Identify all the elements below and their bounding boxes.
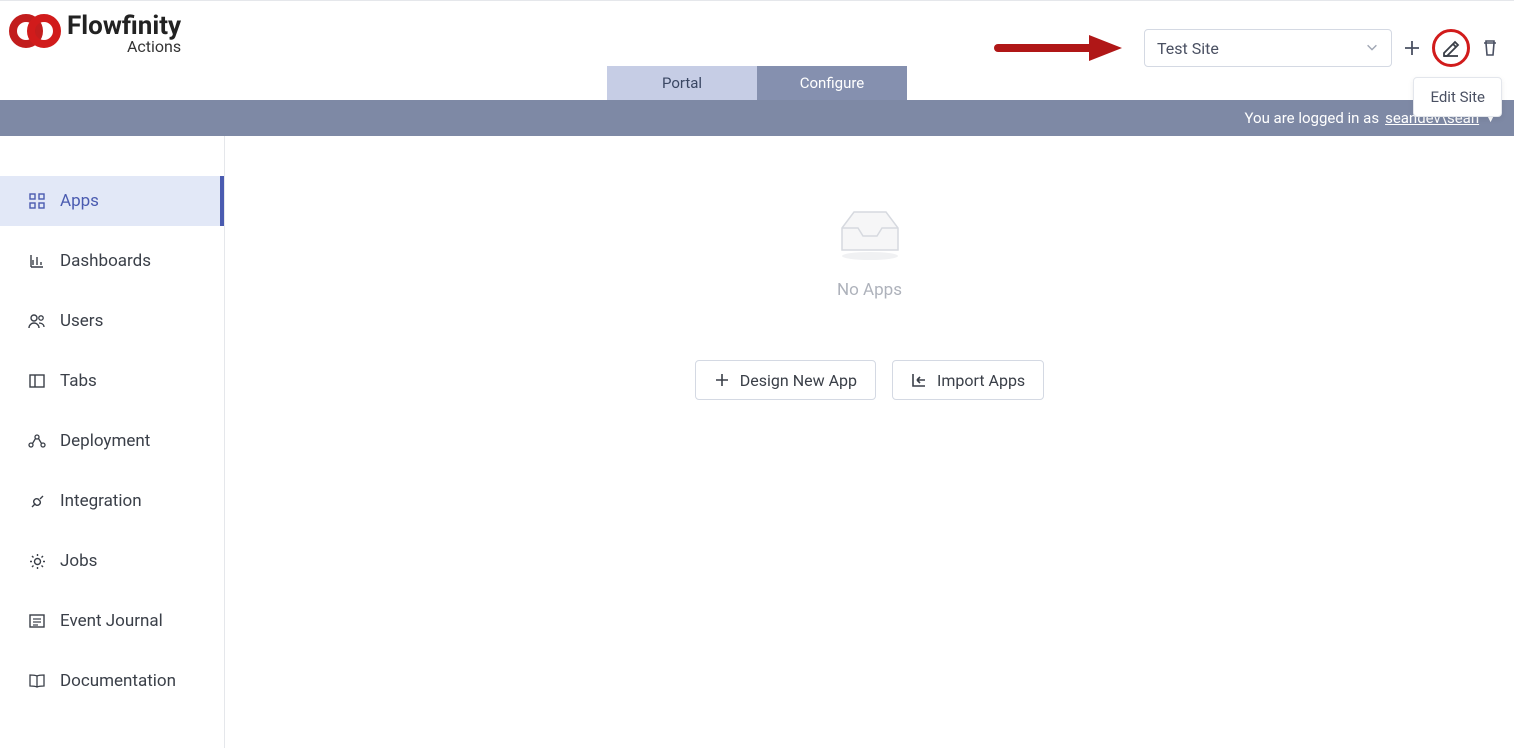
nav-tabs: Portal Configure: [607, 66, 907, 100]
header: Flowfinity Actions Test Site Edit Site P…: [0, 0, 1514, 100]
sidebar-item-label: Event Journal: [60, 611, 163, 631]
sidebar-item-jobs[interactable]: Jobs: [0, 536, 224, 586]
import-icon: [911, 372, 927, 388]
sidebar-item-label: Tabs: [60, 371, 97, 391]
brand-mark-icon: [9, 11, 63, 55]
layout-icon: [28, 373, 46, 389]
chevron-down-icon: [1365, 39, 1379, 58]
plus-icon: [1402, 38, 1422, 58]
sidebar-item-documentation[interactable]: Documentation: [0, 656, 224, 706]
import-apps-button[interactable]: Import Apps: [892, 360, 1044, 400]
sidebar: Apps Dashboards Users Tabs Deployment In…: [0, 136, 225, 748]
list-icon: [28, 613, 46, 629]
sidebar-item-label: Dashboards: [60, 251, 151, 271]
sidebar-item-event-journal[interactable]: Event Journal: [0, 596, 224, 646]
sidebar-item-label: Apps: [60, 191, 99, 211]
sidebar-item-users[interactable]: Users: [0, 296, 224, 346]
button-label: Design New App: [740, 371, 857, 390]
plug-icon: [28, 493, 46, 510]
gear-icon: [28, 553, 46, 570]
sidebar-item-label: Jobs: [60, 551, 97, 571]
status-prefix: You are logged in as: [1244, 109, 1379, 127]
sidebar-item-label: Documentation: [60, 671, 176, 691]
book-icon: [28, 673, 46, 689]
sidebar-item-tabs[interactable]: Tabs: [0, 356, 224, 406]
chart-icon: [28, 253, 46, 269]
grid-icon: [28, 193, 46, 209]
plus-icon: [714, 372, 730, 388]
sidebar-item-label: Users: [60, 311, 103, 331]
brand-logo: Flowfinity Actions: [9, 11, 181, 56]
content-area: No Apps Design New App Import Apps: [225, 136, 1514, 748]
sidebar-item-label: Integration: [60, 491, 142, 511]
edit-site-tooltip: Edit Site: [1413, 77, 1502, 117]
status-bar: You are logged in as seandev\sean ▼: [0, 100, 1514, 136]
site-select-value: Test Site: [1157, 39, 1219, 58]
empty-state-text: No Apps: [837, 280, 902, 300]
action-buttons: Design New App Import Apps: [695, 360, 1044, 400]
tab-configure[interactable]: Configure: [757, 66, 907, 100]
button-label: Import Apps: [937, 371, 1025, 390]
add-site-button[interactable]: [1400, 36, 1424, 60]
site-select[interactable]: Test Site: [1144, 29, 1392, 67]
site-tools: Test Site: [1144, 29, 1502, 67]
pencil-icon: [1441, 38, 1461, 58]
design-new-app-button[interactable]: Design New App: [695, 360, 876, 400]
annotation-arrow-icon: [994, 33, 1124, 63]
edit-site-button[interactable]: [1432, 29, 1470, 67]
trash-icon: [1481, 38, 1499, 58]
sidebar-item-apps[interactable]: Apps: [0, 176, 224, 226]
sidebar-item-label: Deployment: [60, 431, 150, 451]
sidebar-item-dashboards[interactable]: Dashboards: [0, 236, 224, 286]
deployment-icon: [28, 433, 46, 449]
delete-site-button[interactable]: [1478, 36, 1502, 60]
users-icon: [28, 313, 46, 329]
empty-inbox-icon: [830, 206, 910, 266]
sidebar-item-deployment[interactable]: Deployment: [0, 416, 224, 466]
sidebar-item-integration[interactable]: Integration: [0, 476, 224, 526]
main-layout: Apps Dashboards Users Tabs Deployment In…: [0, 136, 1514, 748]
tab-portal[interactable]: Portal: [607, 66, 757, 100]
